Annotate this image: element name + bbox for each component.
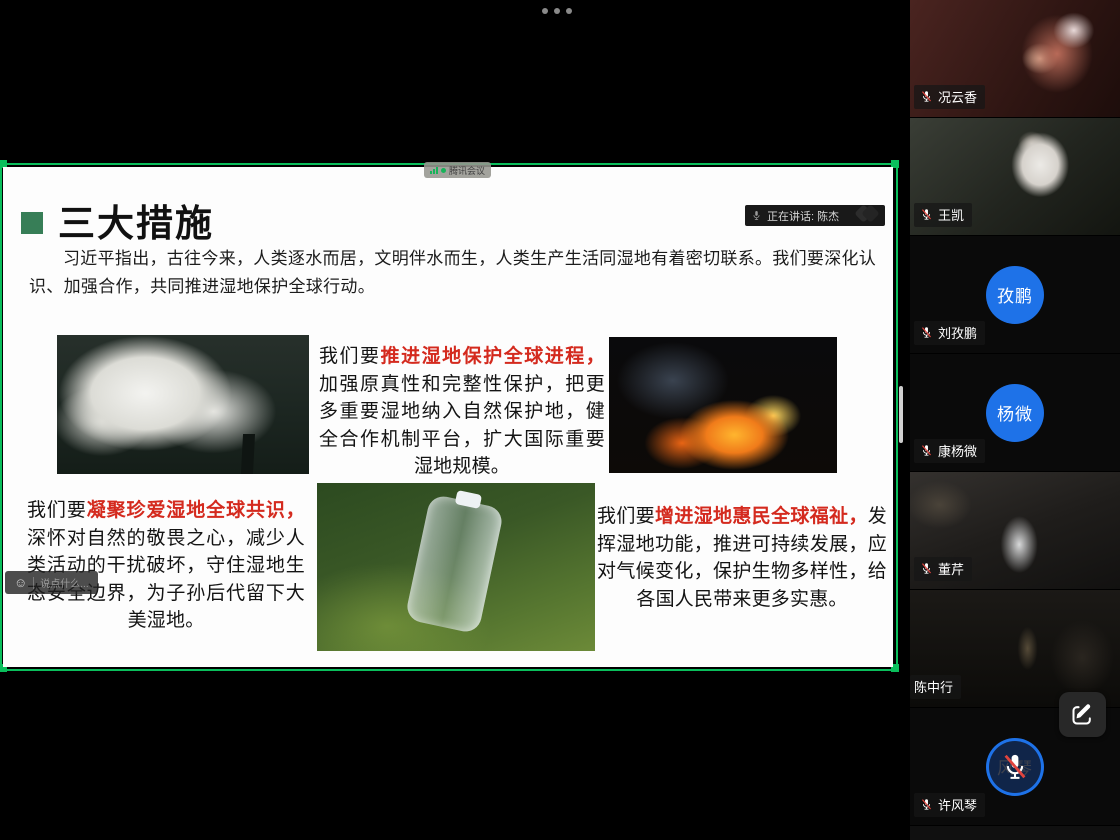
speaking-banner: 正在讲话: 陈杰 <box>745 205 885 226</box>
participant-tile-partial <box>910 826 1120 840</box>
participant-name: 许风琴 <box>938 795 977 814</box>
presentation-slide: 三大措施 习近平指出，古往今来，人类逐水而居，文明伴水而生，人类生产生活同湿地有… <box>3 167 893 667</box>
chat-input-collapsed[interactable]: ☺ 说点什么... <box>5 571 98 594</box>
block-highlight: 增进湿地惠民全球福祉， <box>655 506 868 527</box>
slide-image-night-fire <box>609 337 837 473</box>
muted-mic-icon <box>920 444 933 457</box>
participant-name: 康杨微 <box>938 441 977 460</box>
bottle-shape <box>405 493 505 633</box>
slide-image-bottle-grass <box>317 483 595 651</box>
microphone-icon <box>751 210 762 221</box>
meeting-window: 三大措施 习近平指出，古往今来，人类逐水而居，文明伴水而生，人类生产生活同湿地有… <box>0 0 1120 840</box>
participant-tile-chenzhongxing[interactable]: 陈中行 <box>910 590 1120 708</box>
participant-name: 董芹 <box>938 559 964 578</box>
muted-mic-icon <box>920 90 933 103</box>
slide-title-row: 三大措施 <box>21 193 214 247</box>
pencil-icon <box>1069 701 1096 728</box>
participant-name: 王凯 <box>938 205 964 224</box>
status-dot-icon <box>441 168 446 173</box>
share-badge-label: 腾讯会议 <box>449 164 485 177</box>
divider <box>33 577 34 589</box>
participant-name: 况云香 <box>938 87 977 106</box>
participant-name-badge: 董芹 <box>914 557 972 581</box>
meeting-logo-watermark-icon <box>857 207 877 220</box>
muted-mic-icon <box>920 208 933 221</box>
bottle-cap-shape <box>454 490 482 509</box>
signal-icon <box>430 167 438 174</box>
participant-tile-kangyangwei[interactable]: 杨微 康杨微 <box>910 354 1120 472</box>
block-highlight: 凝聚珍爱湿地全球共识， <box>87 500 305 521</box>
participant-name: 陈中行 <box>914 677 953 696</box>
avatar: 孜鹏 <box>986 266 1044 324</box>
more-options-icon <box>542 8 548 14</box>
muted-mic-icon <box>920 562 933 575</box>
participant-tile-liuzipeng[interactable]: 孜鹏 刘孜鹏 <box>910 236 1120 354</box>
slide-title: 三大措施 <box>58 193 214 247</box>
participant-tile-wangkai[interactable]: 王凯 <box>910 118 1120 236</box>
block-prefix: 我们要 <box>27 500 87 521</box>
muted-mic-icon <box>920 798 933 811</box>
title-bullet-square <box>21 212 43 234</box>
slide-text-block-progress: 我们要推进湿地保护全球进程， 加强原真性和完整性保护，把更多重要湿地纳入自然保护地… <box>319 343 605 481</box>
muted-mic-overlay <box>989 741 1041 793</box>
participant-name-badge: 康杨微 <box>914 439 985 463</box>
chimney-shape <box>241 434 255 474</box>
more-options-icon <box>566 8 572 14</box>
participant-name-badge: 王凯 <box>914 203 972 227</box>
chat-placeholder: 说点什么... <box>40 575 88 590</box>
slide-intro-paragraph: 习近平指出，古往今来，人类逐水而居，文明伴水而生，人类生产生活同湿地有着密切联系… <box>29 245 877 301</box>
scrollbar-thumb[interactable] <box>899 386 903 443</box>
block-rest: 加强原真性和完整性保护，把更多重要湿地纳入自然保护地，健全合作机制平台，扩大国际… <box>319 374 605 478</box>
avatar: 杨微 <box>986 384 1044 442</box>
block-prefix: 我们要 <box>319 346 381 367</box>
participant-name-badge: 况云香 <box>914 85 985 109</box>
participant-name: 刘孜鹏 <box>938 323 977 342</box>
more-options[interactable] <box>542 8 572 14</box>
participant-tile-dongqin[interactable]: 董芹 <box>910 472 1120 590</box>
more-options-icon <box>554 8 560 14</box>
meeting-share-badge: 腾讯会议 <box>424 162 491 178</box>
slide-text-block-welfare: 我们要增进湿地惠民全球福祉，发挥湿地功能，推进可持续发展，应对气候变化，保护生物… <box>597 503 887 613</box>
slide-image-smoke-chimney <box>57 335 309 474</box>
muted-mic-icon <box>1000 752 1030 782</box>
participant-name-badge: 许风琴 <box>914 793 985 817</box>
participant-name-badge: 陈中行 <box>910 675 961 699</box>
block-prefix: 我们要 <box>597 506 655 527</box>
block-highlight: 推进湿地保护全球进程， <box>381 346 605 367</box>
slide-text-block-consensus: 我们要凝聚珍爱湿地全球共识，深怀对自然的敬畏之心，减少人类活动的干扰破坏，守住湿… <box>27 497 305 635</box>
emoji-icon[interactable]: ☺ <box>14 576 27 589</box>
participant-name-badge: 刘孜鹏 <box>914 321 985 345</box>
participant-tile-kuangyunxiang[interactable]: 况云香 <box>910 0 1120 118</box>
annotate-button[interactable] <box>1059 692 1106 737</box>
muted-mic-icon <box>920 326 933 339</box>
speaking-label: 正在讲话: 陈杰 <box>767 208 839 224</box>
